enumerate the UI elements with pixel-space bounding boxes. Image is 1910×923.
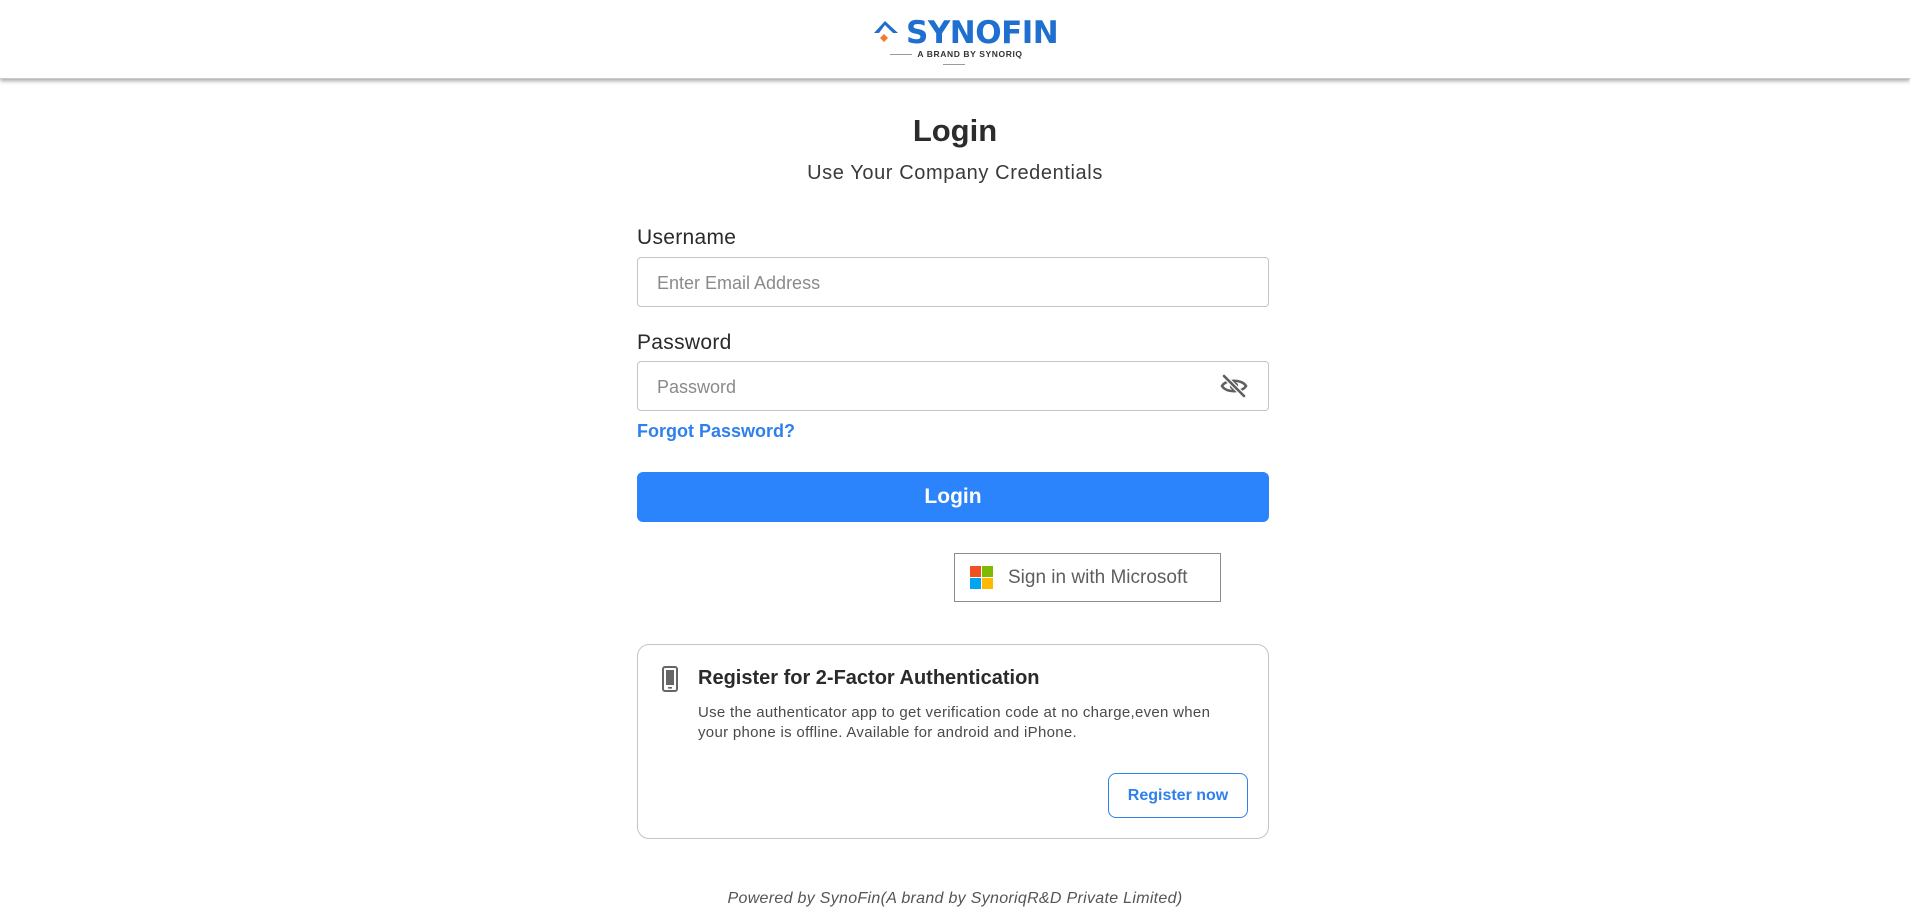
microsoft-logo-blue [970,578,981,589]
sign-in-with-microsoft-button[interactable]: Sign in with Microsoft [954,553,1221,602]
footer-powered-by: Powered by SynoFin(A brand by SynoriqR&D… [727,890,1183,907]
password-label: Password [637,331,732,354]
two-factor-title: Register for 2-Factor Authentication [698,667,1040,689]
forgot-password-link[interactable]: Forgot Password? [637,421,795,442]
two-factor-card: Register for 2-Factor Authentication Use… [637,644,1269,839]
password-field[interactable] [637,361,1269,412]
microsoft-logo-icon [970,566,993,589]
register-now-button[interactable]: Register now [1108,773,1248,818]
brand-tagline-text: A BRAND BY SYNORIQ [917,49,1023,59]
microsoft-logo-green [982,566,993,577]
login-button[interactable]: Login [637,472,1269,522]
username-field[interactable] [637,257,1269,308]
microsoft-logo-yellow [982,578,993,589]
brand-tagline: A BRAND BY SYNORIQ [870,49,1038,69]
mobile-phone-icon [662,666,678,692]
page-title: Login [912,113,998,148]
synofin-logo: SYNOFIN A BRAND BY SYNORIQ [870,16,1059,60]
two-factor-description: Use the authenticator app to get verific… [698,704,1211,741]
username-label: Username [637,226,737,249]
page-subtitle: Use Your Company Credentials [807,162,1103,184]
top-header-bar: SYNOFIN A BRAND BY SYNORIQ [0,0,1910,79]
username-input[interactable] [655,258,1219,308]
microsoft-button-label: Sign in with Microsoft [1008,566,1188,588]
password-input[interactable] [655,362,1219,412]
brand-name: SYNOFIN [906,15,1059,51]
microsoft-logo-red [970,566,981,577]
eye-off-icon[interactable] [1220,373,1248,399]
logo-house-icon [870,18,904,48]
